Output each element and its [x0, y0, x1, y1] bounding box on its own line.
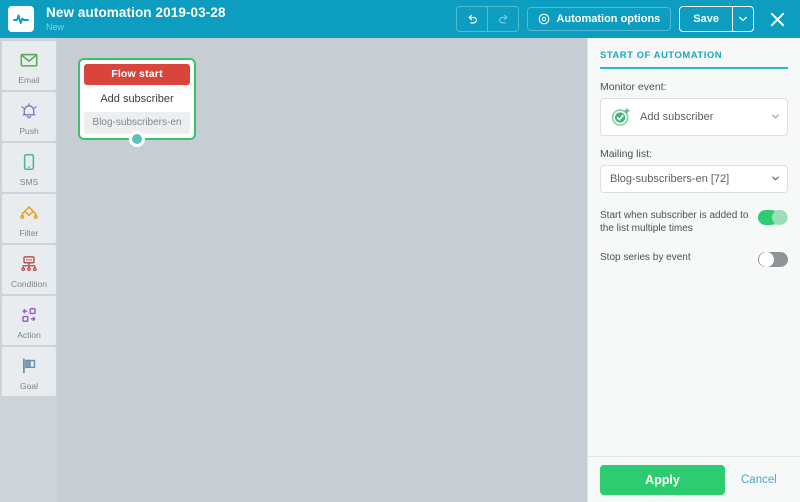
- properties-panel-body: START OF AUTOMATION Monitor event: Add s…: [588, 38, 800, 267]
- filter-funnel-icon: [18, 200, 40, 226]
- redo-arrow-icon: [498, 14, 508, 23]
- sidebar-item-sms[interactable]: SMS: [2, 143, 56, 192]
- sidebar-item-email[interactable]: Email: [2, 41, 56, 90]
- mailing-list-value: Blog-subscribers-en [72]: [610, 173, 730, 185]
- save-button-group: Save: [679, 6, 754, 32]
- bell-icon: [19, 98, 39, 124]
- toggle-row-start-multiple-times: Start when subscriber is added to the li…: [600, 209, 788, 235]
- toolbar-actions: Automation options Save: [456, 6, 790, 32]
- chevron-down-icon: [772, 175, 779, 183]
- sidebar-item-label: Action: [17, 329, 41, 340]
- sidebar-item-label: Push: [19, 125, 39, 136]
- properties-panel: START OF AUTOMATION Monitor event: Add s…: [587, 38, 800, 502]
- save-dropdown-button[interactable]: [732, 7, 753, 31]
- toggle-label: Stop series by event: [600, 252, 691, 263]
- monitor-event-value: Add subscriber: [640, 111, 714, 123]
- toggle-row-stop-series-by-event: Stop series by event: [600, 251, 788, 267]
- sidebar-item-goal[interactable]: Goal: [2, 347, 56, 396]
- chevron-down-icon: [772, 113, 779, 121]
- sidebar-item-label: Filter: [19, 227, 39, 238]
- mailing-list-label: Mailing list:: [600, 148, 652, 160]
- cancel-button[interactable]: Cancel: [741, 474, 777, 486]
- gear-icon: [538, 13, 550, 25]
- sidebar-item-label: SMS: [19, 176, 39, 187]
- sidebar-item-condition[interactable]: Condition: [2, 245, 56, 294]
- node-header-label: Flow start: [84, 64, 190, 85]
- envelope-icon: [19, 47, 39, 73]
- panel-footer: Apply Cancel: [588, 456, 800, 502]
- node-connector-handle[interactable]: [129, 131, 145, 147]
- apply-button[interactable]: Apply: [600, 464, 725, 495]
- mailing-list-select[interactable]: Blog-subscribers-en [72]: [600, 165, 788, 193]
- flow-canvas[interactable]: Flow start Add subscriber Blog-subscribe…: [58, 38, 587, 502]
- monitor-event-label: Monitor event:: [600, 81, 667, 93]
- panel-heading: START OF AUTOMATION: [600, 50, 788, 69]
- sidebar-item-label: Goal: [20, 380, 38, 391]
- automation-options-label: Automation options: [556, 13, 661, 25]
- toggle-knob: [772, 210, 787, 225]
- action-swap-icon: [18, 302, 40, 328]
- page-title: New automation 2019-03-28: [46, 5, 226, 20]
- status-badge: New: [46, 22, 65, 32]
- condition-node-icon: [18, 251, 40, 277]
- sidebar-item-action[interactable]: Action: [2, 296, 56, 345]
- monitor-event-select[interactable]: Add subscriber: [600, 98, 788, 136]
- start-multiple-times-toggle[interactable]: [758, 210, 788, 225]
- toggle-knob: [759, 252, 774, 267]
- mobile-phone-icon: [19, 149, 39, 175]
- close-icon: [770, 12, 784, 26]
- undo-redo-group: [456, 6, 520, 32]
- automation-options-button[interactable]: Automation options: [527, 7, 672, 31]
- pulse-logo-icon: [8, 6, 34, 32]
- node-title: Add subscriber: [100, 93, 174, 105]
- block-palette-sidebar: Email Push SMS Filter Condition Action G…: [0, 38, 58, 502]
- undo-arrow-icon: [468, 14, 477, 23]
- add-subscriber-icon: [610, 106, 632, 128]
- sidebar-item-filter[interactable]: Filter: [2, 194, 56, 243]
- top-toolbar: New automation 2019-03-28 New Automation…: [0, 0, 800, 38]
- toggle-label: Start when subscriber is added to the li…: [600, 210, 749, 234]
- sidebar-item-label: Condition: [11, 278, 47, 289]
- redo-button[interactable]: [487, 7, 518, 31]
- sidebar-item-label: Email: [18, 74, 40, 85]
- document-title-block: New automation 2019-03-28 New: [46, 5, 456, 33]
- save-button[interactable]: Save: [680, 7, 732, 31]
- sidebar-item-push[interactable]: Push: [2, 92, 56, 141]
- stop-series-by-event-toggle[interactable]: [758, 252, 788, 267]
- undo-button[interactable]: [457, 7, 487, 31]
- flag-icon: [18, 353, 40, 379]
- close-button[interactable]: [764, 6, 790, 32]
- flow-start-node[interactable]: Flow start Add subscriber Blog-subscribe…: [78, 58, 196, 147]
- automation-editor-window: New automation 2019-03-28 New Automation…: [0, 0, 800, 502]
- chevron-down-icon: [739, 16, 747, 22]
